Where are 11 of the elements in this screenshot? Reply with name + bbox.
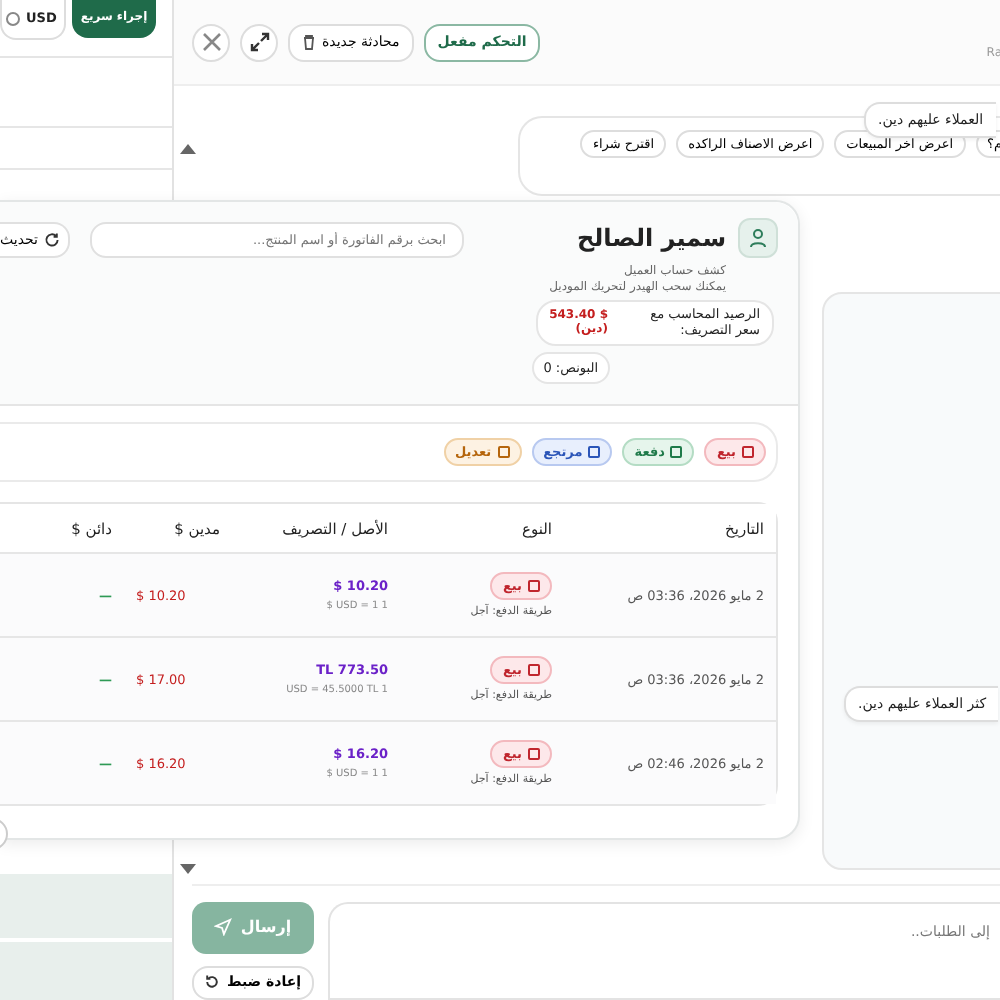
scroll-up-icon[interactable] (180, 144, 196, 154)
customer-name: سمير الصالح (577, 224, 726, 252)
close-icon[interactable] (192, 23, 230, 61)
scroll-down-icon[interactable] (180, 864, 196, 874)
send-icon (214, 918, 233, 937)
info-icon (6, 11, 20, 25)
expand-icon[interactable] (240, 23, 278, 61)
user-icon (738, 218, 778, 258)
trash-icon (302, 34, 316, 50)
reset-icon (204, 974, 221, 991)
refresh-icon (43, 232, 60, 248)
